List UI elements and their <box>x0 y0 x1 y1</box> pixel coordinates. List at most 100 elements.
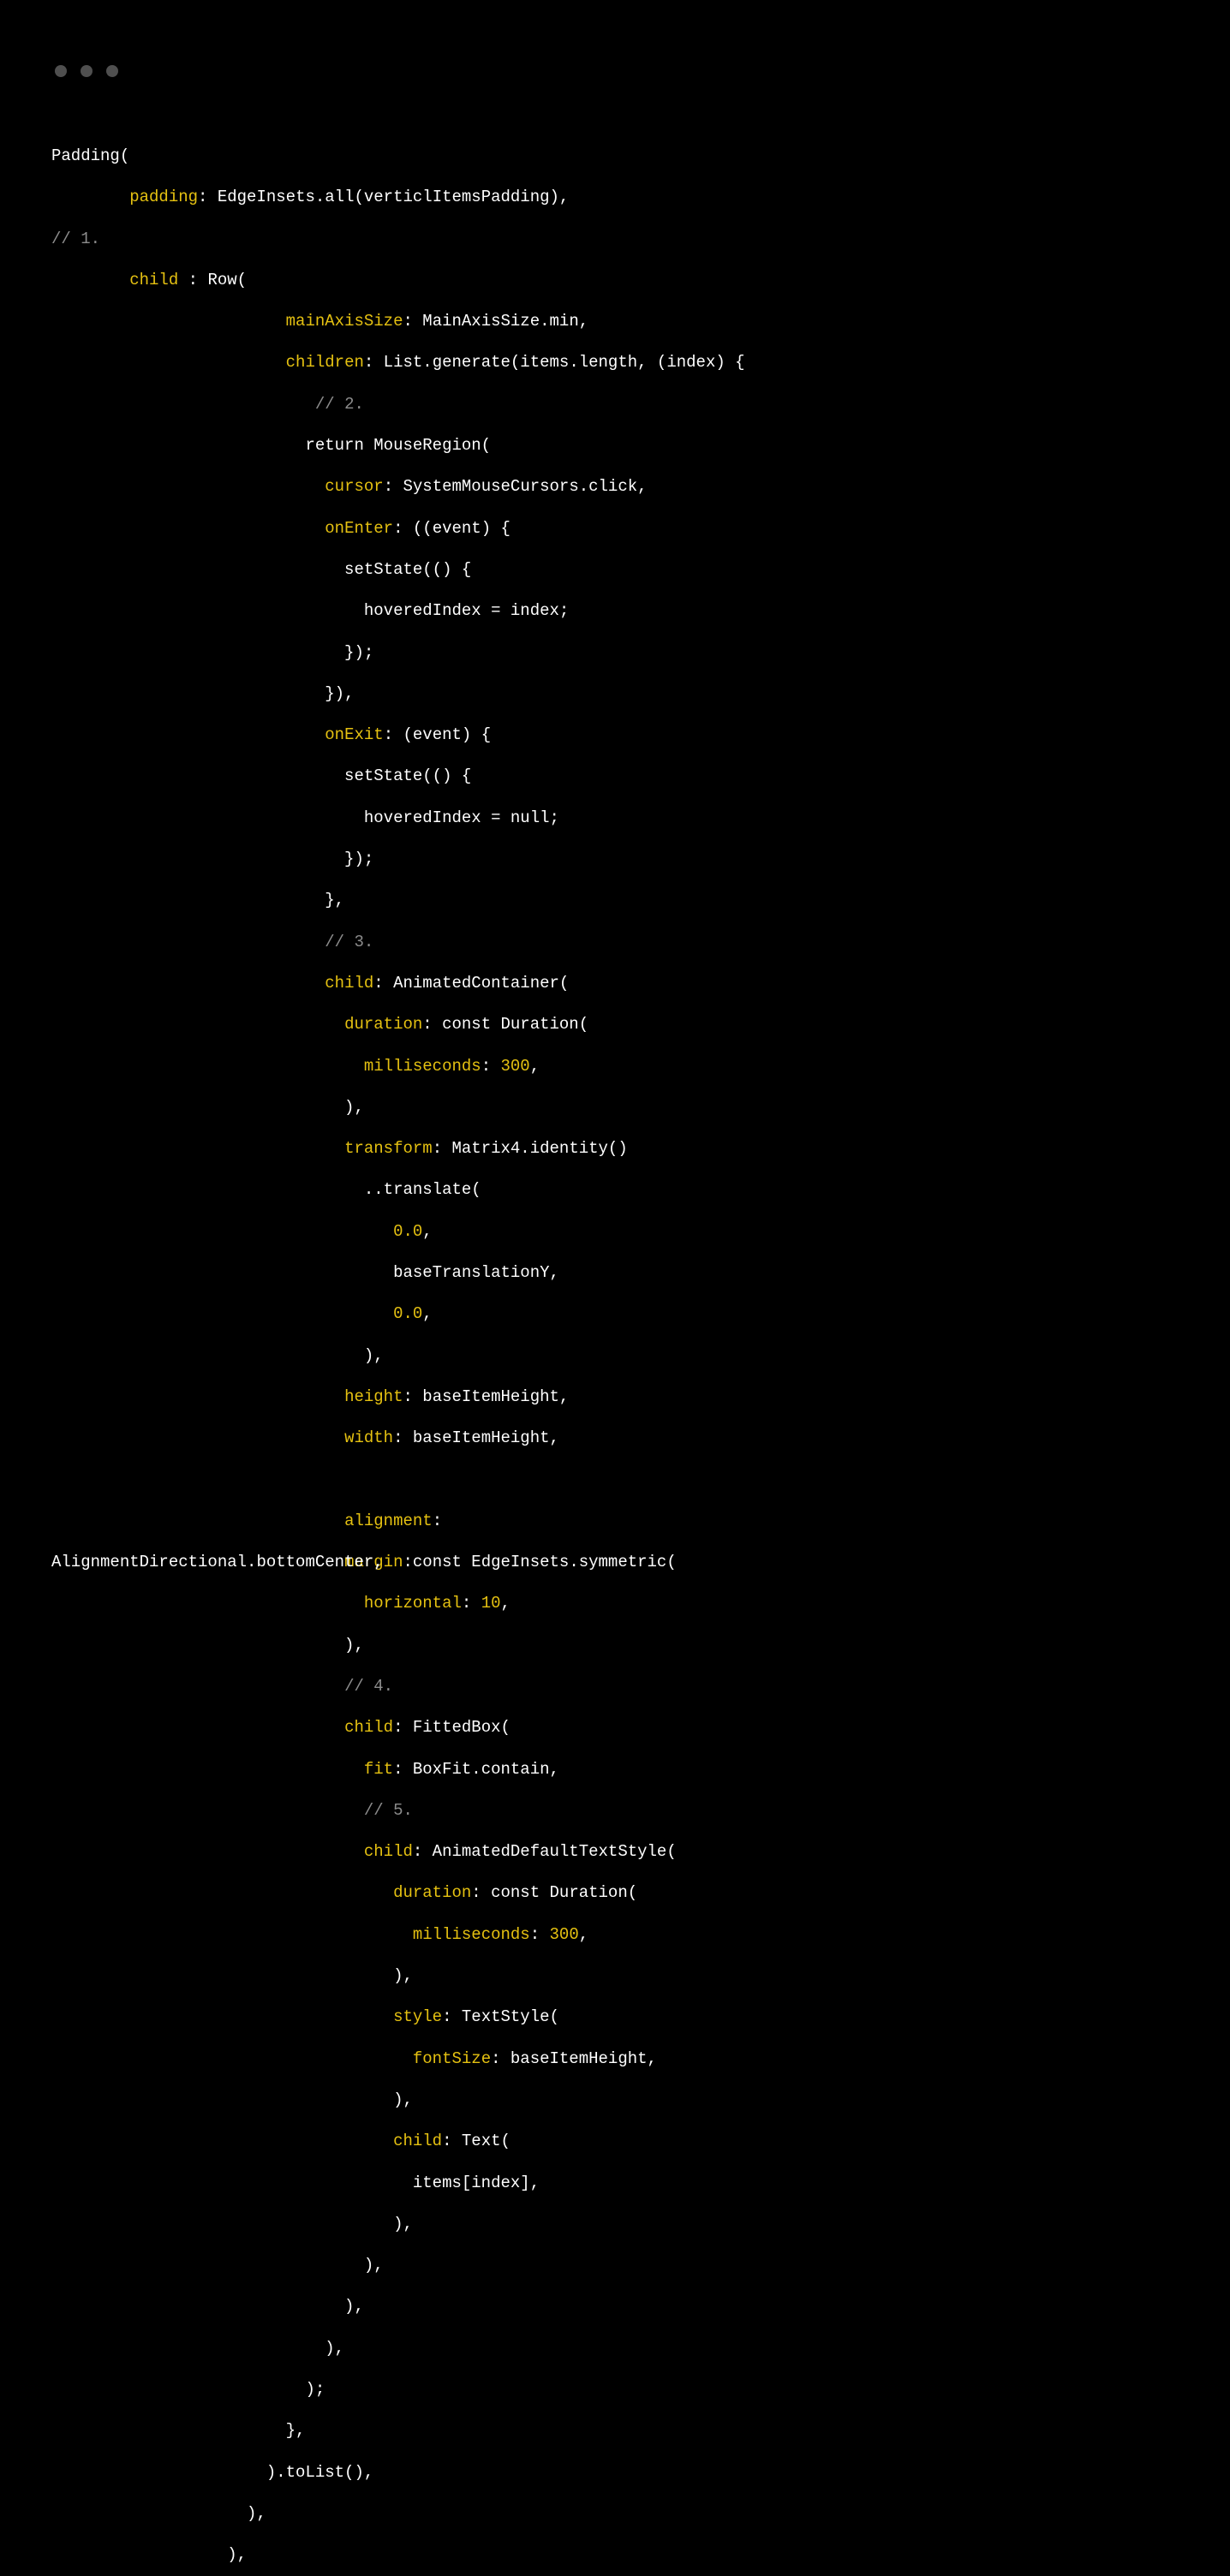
code-token <box>51 477 325 496</box>
code-token: ), <box>51 2545 247 2564</box>
code-token <box>51 1925 413 1944</box>
code-token: : AnimatedContainer( <box>373 974 569 993</box>
code-token: style <box>393 2007 442 2026</box>
code-token <box>51 395 315 414</box>
code-token: : Text( <box>442 2132 511 2150</box>
window-dot <box>81 65 93 77</box>
code-token: : (event) { <box>384 725 491 744</box>
code-token: transform <box>344 1139 433 1158</box>
code-token <box>51 974 325 993</box>
code-token: onEnter <box>325 519 393 538</box>
code-token <box>51 2007 393 2026</box>
code-token: fit <box>364 1760 393 1779</box>
code-token: ), <box>51 1966 413 1985</box>
code-token: : baseItemHeight, <box>491 2049 657 2068</box>
code-token: ), <box>51 1098 364 1117</box>
window-dot <box>106 65 118 77</box>
code-token: ..translate( <box>51 1180 481 1199</box>
code-token: , <box>579 1925 588 1944</box>
code-token: : BoxFit.contain, <box>393 1760 559 1779</box>
code-token: : baseItemHeight, <box>393 1428 559 1447</box>
code-token: }); <box>51 643 373 662</box>
code-token: , <box>530 1057 540 1076</box>
code-token: : const Duration( <box>471 1883 637 1902</box>
code-token <box>51 1015 344 1034</box>
code-token: milliseconds <box>413 1925 530 1944</box>
code-token: AlignmentDirectional.bottomCenter, <box>51 1541 384 1583</box>
code-token <box>51 1801 364 1820</box>
code-token <box>51 188 129 206</box>
code-token: Padding( <box>51 146 129 165</box>
code-comment: // 3. <box>325 933 373 951</box>
code-token: : AnimatedDefaultTextStyle( <box>413 1842 677 1861</box>
code-token: horizontal <box>364 1594 462 1613</box>
code-token <box>51 2049 413 2068</box>
code-token: ); <box>51 2380 325 2399</box>
code-token: : <box>462 1594 481 1613</box>
code-token: : SystemMouseCursors.click, <box>384 477 648 496</box>
code-token: children <box>286 353 364 372</box>
code-token: child <box>325 974 373 993</box>
code-token <box>51 1718 344 1737</box>
code-token: hoveredIndex = index; <box>51 601 569 620</box>
code-token <box>51 1842 364 1861</box>
code-token: setState(() { <box>51 560 471 579</box>
code-token: child <box>393 2132 442 2150</box>
code-token: items[index], <box>51 2174 540 2192</box>
code-token: : FittedBox( <box>393 1718 511 1737</box>
code-token <box>51 1304 393 1323</box>
code-token: }, <box>51 2421 305 2440</box>
code-token: : Matrix4.identity() <box>433 1139 628 1158</box>
code-comment: // 1. <box>51 230 100 248</box>
code-token: fontSize <box>413 2049 491 2068</box>
code-token: ).toList(), <box>51 2463 373 2482</box>
code-token: ), <box>51 2215 413 2233</box>
code-token: 300 <box>501 1057 530 1076</box>
code-token: height <box>344 1387 403 1406</box>
code-token: : EdgeInsets.all(verticlItemsPadding), <box>198 188 569 206</box>
code-token: : <box>530 1925 550 1944</box>
code-pre: Padding( padding: EdgeInsets.all(verticl… <box>51 135 1196 2576</box>
code-token: ), <box>51 1636 364 1655</box>
code-token: child <box>129 271 178 289</box>
code-token: onExit <box>325 725 383 744</box>
code-token: }); <box>51 850 373 868</box>
code-comment: // 4. <box>344 1677 393 1696</box>
code-token <box>51 1470 61 1489</box>
code-token: ), <box>51 2090 413 2109</box>
code-token <box>51 1222 393 1241</box>
code-token: hoveredIndex = null; <box>51 808 559 827</box>
code-token: duration <box>344 1015 422 1034</box>
code-token <box>51 1057 364 1076</box>
code-token: :const EdgeInsets.symmetric( <box>403 1553 676 1571</box>
code-token: cursor <box>325 477 383 496</box>
code-token: 10 <box>481 1594 501 1613</box>
code-token: 300 <box>550 1925 579 1944</box>
code-token: milliseconds <box>364 1057 481 1076</box>
code-token <box>51 519 325 538</box>
code-token: setState(() { <box>51 766 471 785</box>
code-token: return MouseRegion( <box>51 436 491 455</box>
code-token: , <box>422 1222 432 1241</box>
code-token <box>51 1594 364 1613</box>
code-token: : TextStyle( <box>442 2007 559 2026</box>
code-token: duration <box>393 1883 471 1902</box>
code-token: }), <box>51 684 354 703</box>
code-token: , <box>422 1304 432 1323</box>
code-token: : <box>481 1057 501 1076</box>
code-token <box>51 353 286 372</box>
code-token <box>51 725 325 744</box>
code-token: ), <box>51 2297 364 2316</box>
code-token <box>51 1428 344 1447</box>
code-token: baseTranslationY, <box>51 1263 559 1282</box>
code-token <box>51 1512 344 1530</box>
code-token: 0.0 <box>393 1222 422 1241</box>
code-token: : baseItemHeight, <box>403 1387 569 1406</box>
code-token <box>51 1883 393 1902</box>
code-token: : List.generate(items.length, (index) { <box>364 353 745 372</box>
code-token: : <box>433 1512 442 1530</box>
code-token: ), <box>51 2339 344 2358</box>
code-token: alignment <box>344 1512 433 1530</box>
code-token: mainAxisSize <box>286 312 403 331</box>
code-token: 0.0 <box>393 1304 422 1323</box>
